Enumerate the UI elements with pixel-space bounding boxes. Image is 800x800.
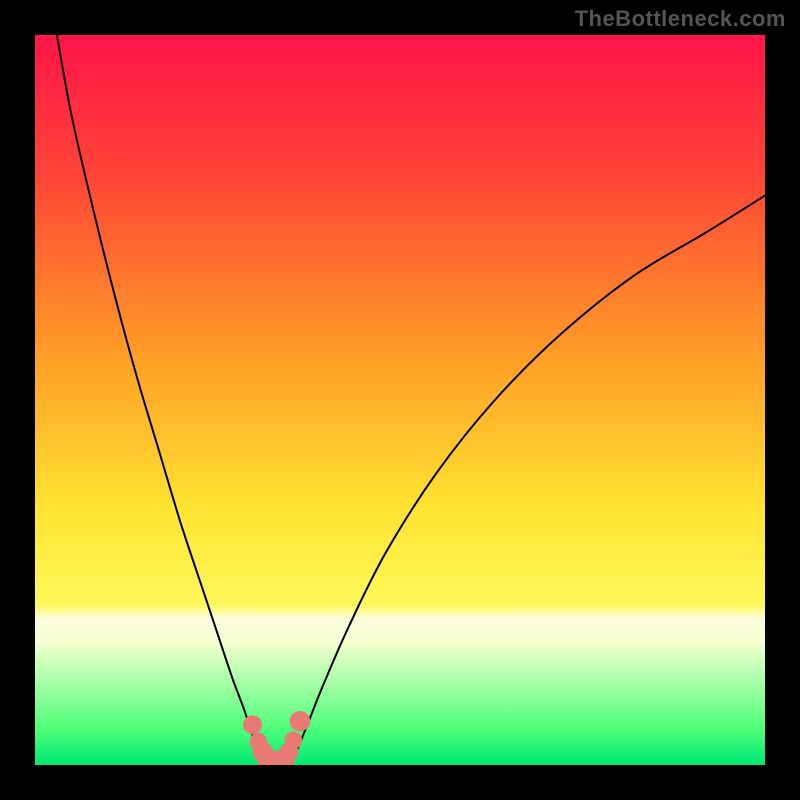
- marker-dot: [243, 715, 262, 734]
- chart-stage: TheBottleneck.com: [0, 0, 800, 800]
- plot-area: [35, 35, 765, 765]
- marker-dot: [290, 711, 310, 731]
- watermark-text: TheBottleneck.com: [575, 6, 786, 32]
- marker-dot: [285, 731, 303, 749]
- bottleneck-curve-chart: [35, 35, 765, 765]
